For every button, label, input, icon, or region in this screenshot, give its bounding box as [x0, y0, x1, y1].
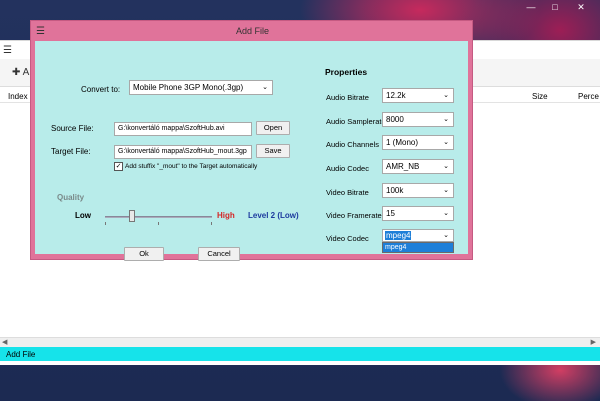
- plus-icon: ✚: [12, 67, 21, 78]
- chevron-down-icon: ⌄: [443, 187, 449, 194]
- status-bar: Add File: [0, 347, 600, 361]
- quality-slider-thumb[interactable]: [128, 210, 135, 222]
- audio-channels-label: Audio Channels: [326, 140, 379, 149]
- slider-tick: [105, 222, 106, 225]
- video-framerate-label: Video Framerate: [326, 211, 382, 220]
- menu-icon[interactable]: ☰: [3, 45, 12, 56]
- video-bitrate-value: 100k: [386, 186, 404, 195]
- scroll-left-icon[interactable]: ◀: [2, 338, 7, 346]
- audio-samplerate-value: 8000: [386, 115, 404, 124]
- slider-tick: [158, 222, 159, 225]
- dialog-titlebar[interactable]: ☰ Add File: [31, 21, 474, 41]
- chevron-down-icon: ⌄: [443, 210, 449, 217]
- cancel-button[interactable]: Cancel: [198, 247, 240, 261]
- video-bitrate-select[interactable]: 100k ⌄: [382, 183, 454, 198]
- source-file-value: G:\konvertáló mappa\SzoftHub.avi: [118, 125, 225, 132]
- audio-codec-value: AMR_NB: [386, 162, 420, 171]
- properties-title: Properties: [325, 67, 368, 77]
- add-file-dialog: ☰ Add File Convert to: Mobile Phone 3GP …: [30, 20, 474, 261]
- target-file-field[interactable]: G:\konvertáló mappa\SzoftHub_mout.3gp: [114, 145, 252, 159]
- video-codec-select[interactable]: mpeg4 ⌄: [382, 229, 454, 242]
- audio-channels-select[interactable]: 1 (Mono) ⌄: [382, 135, 454, 150]
- column-percent[interactable]: Perce: [578, 92, 599, 101]
- audio-samplerate-label: Audio Samplerate: [326, 117, 386, 126]
- quality-slider-track[interactable]: [105, 216, 212, 218]
- column-index[interactable]: Index: [8, 92, 28, 101]
- chevron-down-icon: ⌄: [443, 163, 449, 170]
- audio-bitrate-select[interactable]: 12.2k ⌄: [382, 88, 454, 103]
- add-stuffix-label: Add stuffix "_mout" to the Target automa…: [125, 163, 258, 170]
- chevron-down-icon: ⌄: [262, 84, 268, 91]
- source-file-field[interactable]: G:\konvertáló mappa\SzoftHub.avi: [114, 122, 252, 136]
- save-button[interactable]: Save: [256, 144, 290, 158]
- horizontal-scrollbar[interactable]: ◀ ▶: [0, 337, 600, 347]
- maximize-icon[interactable]: □: [544, 2, 566, 14]
- video-codec-value: mpeg4: [385, 231, 412, 240]
- video-framerate-select[interactable]: 15 ⌄: [382, 206, 454, 221]
- quality-low-label: Low: [75, 211, 91, 220]
- convert-to-select[interactable]: Mobile Phone 3GP Mono(.3gp) ⌄: [129, 80, 273, 95]
- video-codec-dropdown: mpeg4: [382, 242, 454, 253]
- video-framerate-value: 15: [386, 209, 395, 218]
- convert-to-value: Mobile Phone 3GP Mono(.3gp): [133, 83, 244, 92]
- convert-to-label: Convert to:: [81, 85, 121, 94]
- window-controls: — □ ✕: [518, 0, 600, 16]
- chevron-down-icon: ⌄: [443, 139, 449, 146]
- chevron-down-icon: ⌄: [443, 232, 449, 239]
- quality-high-label: High: [217, 211, 235, 220]
- scroll-right-icon[interactable]: ▶: [591, 338, 596, 346]
- minimize-icon[interactable]: —: [520, 2, 542, 14]
- chevron-down-icon: ⌄: [443, 116, 449, 123]
- source-file-label: Source File:: [51, 124, 94, 133]
- video-codec-label: Video Codec: [326, 234, 369, 243]
- audio-channels-value: 1 (Mono): [386, 138, 419, 147]
- dialog-title: Add File: [235, 26, 270, 36]
- video-bitrate-label: Video Bitrate: [326, 188, 369, 197]
- quality-label: Quality: [57, 193, 85, 202]
- add-file-button[interactable]: ✚ A: [12, 67, 29, 78]
- slider-tick: [211, 222, 212, 225]
- target-file-value: G:\konvertáló mappa\SzoftHub_mout.3gp: [118, 148, 247, 155]
- quality-level-label: Level 2 (Low): [248, 211, 299, 220]
- add-file-label: A: [22, 67, 30, 78]
- status-text: Add File: [6, 350, 36, 359]
- open-button[interactable]: Open: [256, 121, 290, 135]
- audio-codec-select[interactable]: AMR_NB ⌄: [382, 159, 454, 174]
- audio-bitrate-label: Audio Bitrate: [326, 93, 369, 102]
- audio-bitrate-value: 12.2k: [386, 91, 406, 100]
- video-codec-option[interactable]: mpeg4: [383, 243, 453, 252]
- add-stuffix-checkbox[interactable]: ✓: [114, 162, 123, 171]
- chevron-down-icon: ⌄: [443, 92, 449, 99]
- ok-button[interactable]: Ok: [124, 247, 164, 261]
- target-file-label: Target File:: [51, 147, 91, 156]
- audio-samplerate-select[interactable]: 8000 ⌄: [382, 112, 454, 127]
- column-size[interactable]: Size: [532, 92, 548, 101]
- close-icon[interactable]: ✕: [570, 2, 592, 14]
- audio-codec-label: Audio Codec: [326, 164, 369, 173]
- dialog-body: Convert to: Mobile Phone 3GP Mono(.3gp) …: [35, 41, 468, 261]
